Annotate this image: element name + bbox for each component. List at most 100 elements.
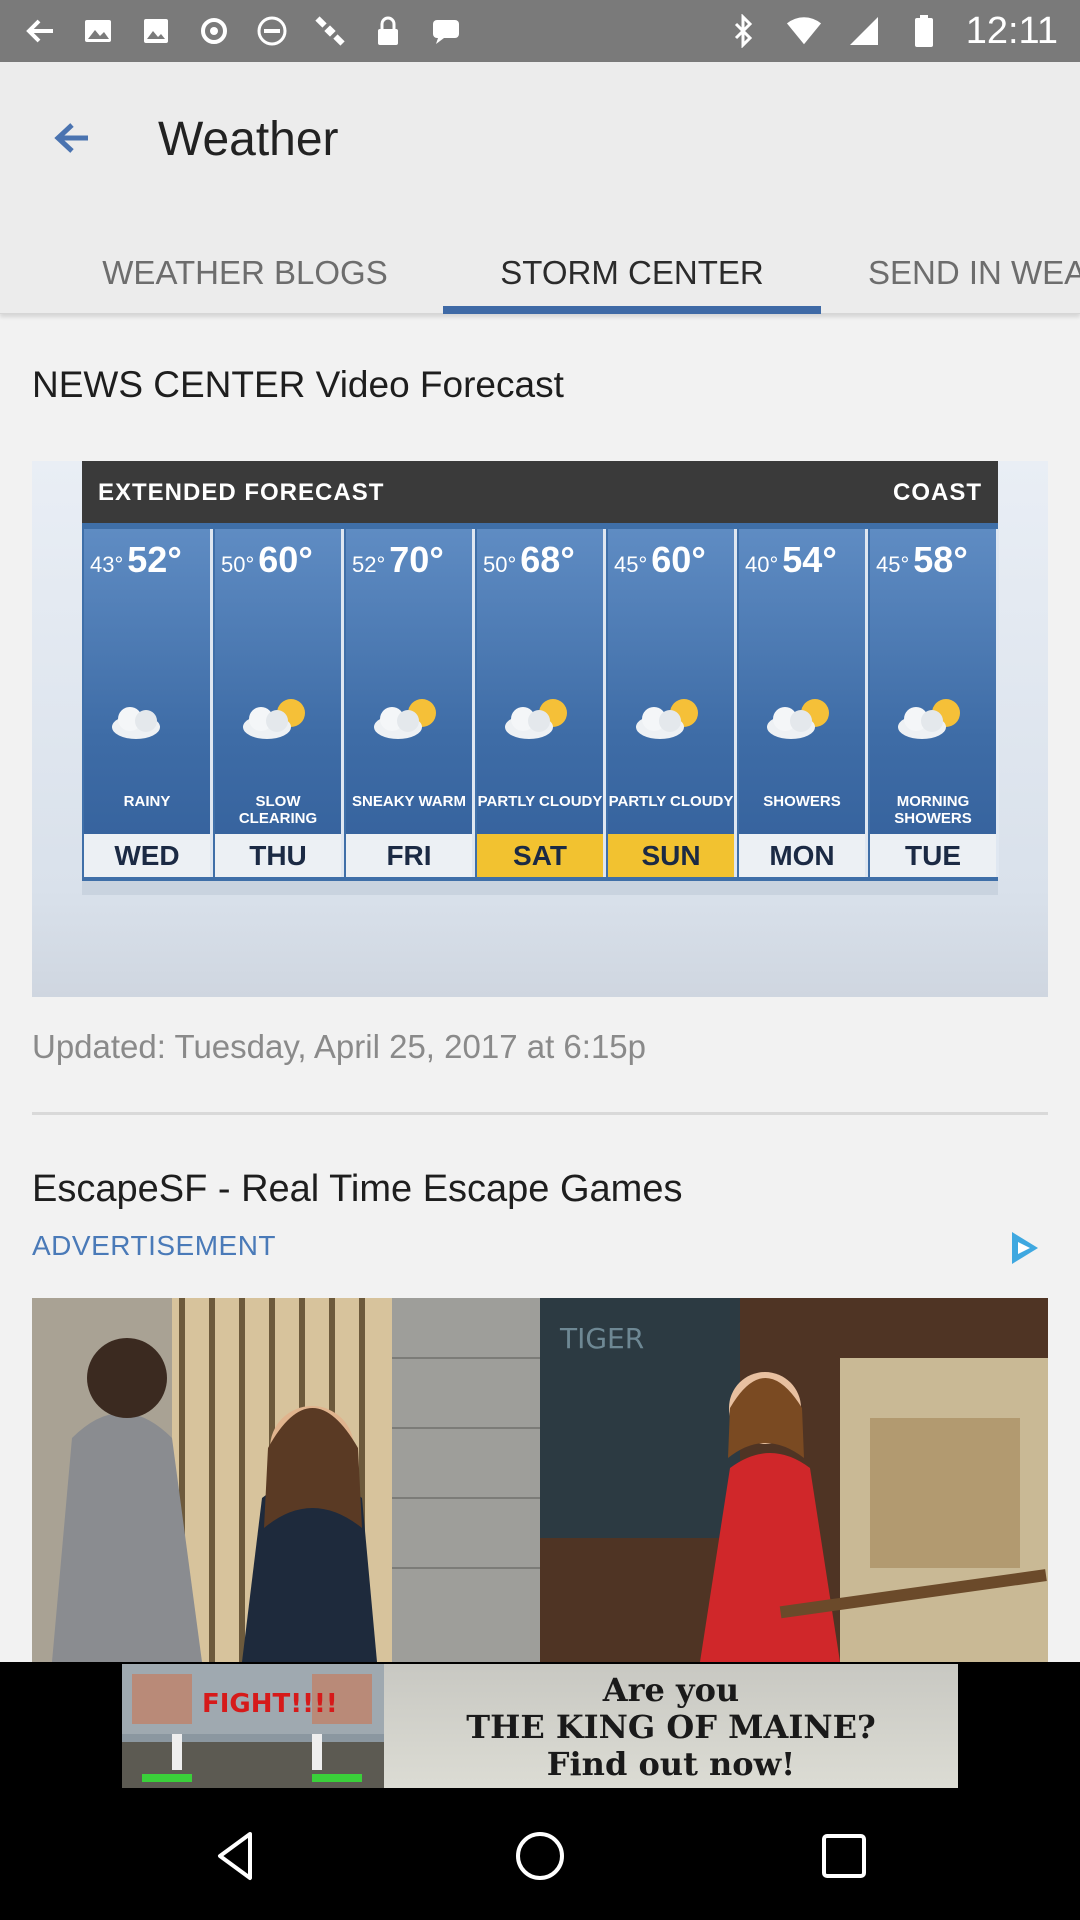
forecast-day-label: SAT [477, 834, 603, 877]
tab-storm-center[interactable]: STORM CENTER [443, 232, 821, 314]
forecast-day-label: THU [215, 834, 341, 877]
forecast-low-temp: 43° [90, 552, 124, 577]
adchoices-icon[interactable] [1004, 1228, 1044, 1268]
weather-cloud-icon [368, 697, 452, 741]
forecast-temps: 50° 60° [221, 539, 313, 581]
forecast-description: PARTLY CLOUDY [608, 793, 734, 810]
forecast-day-column: 45° 60° PARTLY CLOUDY SUN [608, 529, 737, 877]
status-left-icons [22, 10, 464, 52]
battery-icon [906, 13, 942, 49]
forecast-description: SHOWERS [763, 793, 841, 810]
forecast-temps: 40° 54° [745, 539, 837, 581]
forecast-high-temp: 68° [520, 539, 575, 580]
banner-line-2: THE KING OF MAINE? [466, 1708, 876, 1746]
weather-cloud-icon [892, 697, 976, 741]
ad-image[interactable]: TIGER [32, 1298, 1048, 1662]
active-tab-indicator [443, 306, 821, 314]
weather-cloud-icon [499, 697, 583, 741]
back-nav-icon [218, 1832, 252, 1880]
forecast-description: RAINY [123, 793, 171, 810]
banner-game-text: FIGHT!!!! [202, 1689, 338, 1719]
tab-send-in-weather[interactable]: SEND IN WEA [868, 232, 1080, 314]
forecast-day-column: 50° 60° SLOW CLEARING THU [215, 529, 344, 877]
weather-cloud-icon [630, 697, 714, 741]
forecast-day-label: FRI [346, 834, 472, 877]
updated-timestamp: Updated: Tuesday, April 25, 2017 at 6:15… [32, 1028, 646, 1065]
banner-ad[interactable]: FIGHT!!!! Are you THE KING OF MAINE? Fin… [0, 1662, 1080, 1790]
forecast-region: COAST [893, 479, 982, 506]
forecast-day-column: 43° 52° RAINY WED [84, 529, 213, 877]
recents-nav-icon [822, 1834, 866, 1878]
forecast-temps: 45° 60° [614, 539, 706, 581]
app-header: Weather WEATHER BLOGS STORM CENTER SEND … [0, 62, 1080, 314]
ad-title[interactable]: EscapeSF - Real Time Escape Games [32, 1168, 682, 1211]
forecast-high-temp: 70° [389, 539, 444, 580]
message-icon [428, 13, 464, 49]
forecast-floor [82, 881, 998, 895]
video-section-title: NEWS CENTER Video Forecast [32, 364, 564, 405]
forecast-high-temp: 54° [782, 539, 837, 580]
section-divider [32, 1112, 1048, 1115]
forecast-description: SNEAKY WARM [352, 793, 466, 810]
forecast-low-temp: 50° [221, 552, 255, 577]
wifi-icon [786, 13, 822, 49]
satellite-icon [312, 13, 348, 49]
ad-sign-text: TIGER [559, 1322, 644, 1355]
forecast-temps: 43° 52° [90, 539, 182, 581]
forecast-day-column: 52° 70° SNEAKY WARM FRI [346, 529, 475, 877]
banner-line-3: Find out now! [546, 1745, 796, 1783]
forecast-day-column: 45° 58° MORNING SHOWERS TUE [870, 529, 999, 877]
forecast-temps: 45° 58° [876, 539, 968, 581]
tab-bar: WEATHER BLOGS STORM CENTER SEND IN WEA [0, 232, 1080, 314]
home-nav-icon [516, 1832, 564, 1880]
no-disturb-icon [254, 13, 290, 49]
bluetooth-icon [726, 13, 762, 49]
forecast-description: MORNING SHOWERS [894, 793, 972, 827]
lock-icon [370, 13, 406, 49]
forecast-day-label: TUE [870, 834, 996, 877]
forecast-low-temp: 45° [876, 552, 910, 577]
arrow-left-icon [54, 123, 88, 153]
forecast-low-temp: 50° [483, 552, 517, 577]
forecast-day-column: 50° 68° PARTLY CLOUDY SAT [477, 529, 606, 877]
ad-image-right: TIGER [540, 1298, 1048, 1662]
forecast-header: EXTENDED FORECAST COAST [82, 461, 998, 523]
forecast-high-temp: 60° [258, 539, 313, 580]
main-content[interactable]: NEWS CENTER Video Forecast EXTENDED FORE… [0, 316, 1080, 1662]
back-button[interactable] [40, 106, 104, 170]
banner-line-1: Are you [602, 1671, 740, 1709]
nav-back-button[interactable] [196, 1816, 276, 1896]
forecast-description: PARTLY CLOUDY [477, 793, 603, 810]
forecast-day-label: SUN [608, 834, 734, 877]
ad-label: ADVERTISEMENT [32, 1230, 277, 1261]
status-bar: 12:11 [0, 0, 1080, 62]
page-title: Weather [158, 113, 339, 166]
forecast-heading: EXTENDED FORECAST [98, 479, 385, 506]
status-time: 12:11 [965, 9, 1058, 52]
forecast-high-temp: 52° [127, 539, 182, 580]
video-forecast-thumbnail[interactable]: EXTENDED FORECAST COAST 43° 52° RAINY WED 50… [32, 461, 1048, 997]
weather-cloud-icon [237, 697, 321, 741]
image-icon [138, 13, 174, 49]
circle-icon [196, 13, 232, 49]
forecast-day-label: MON [739, 834, 865, 877]
banner-ad-text: Are you THE KING OF MAINE? Find out now! [384, 1664, 958, 1788]
forecast-high-temp: 58° [913, 539, 968, 580]
signal-icon [846, 13, 882, 49]
forecast-low-temp: 52° [352, 552, 386, 577]
nav-home-button[interactable] [500, 1816, 580, 1896]
system-nav-bar [0, 1790, 1080, 1920]
banner-ad-content[interactable]: FIGHT!!!! Are you THE KING OF MAINE? Fin… [122, 1664, 958, 1788]
nav-recents-button[interactable] [804, 1816, 884, 1896]
weather-cloud-icon [761, 697, 845, 741]
forecast-day-column: 40° 54° SHOWERS MON [739, 529, 868, 877]
tab-weather-blogs[interactable]: WEATHER BLOGS [60, 232, 430, 314]
forecast-low-temp: 45° [614, 552, 648, 577]
forecast-temps: 50° 68° [483, 539, 575, 581]
weather-cloud-icon [106, 697, 190, 741]
forecast-board: EXTENDED FORECAST COAST 43° 52° RAINY WED 50… [82, 461, 999, 881]
back-arrow-icon [22, 13, 58, 49]
gallery-icon [80, 13, 116, 49]
banner-game-image: FIGHT!!!! [122, 1664, 384, 1788]
forecast-temps: 52° 70° [352, 539, 444, 581]
